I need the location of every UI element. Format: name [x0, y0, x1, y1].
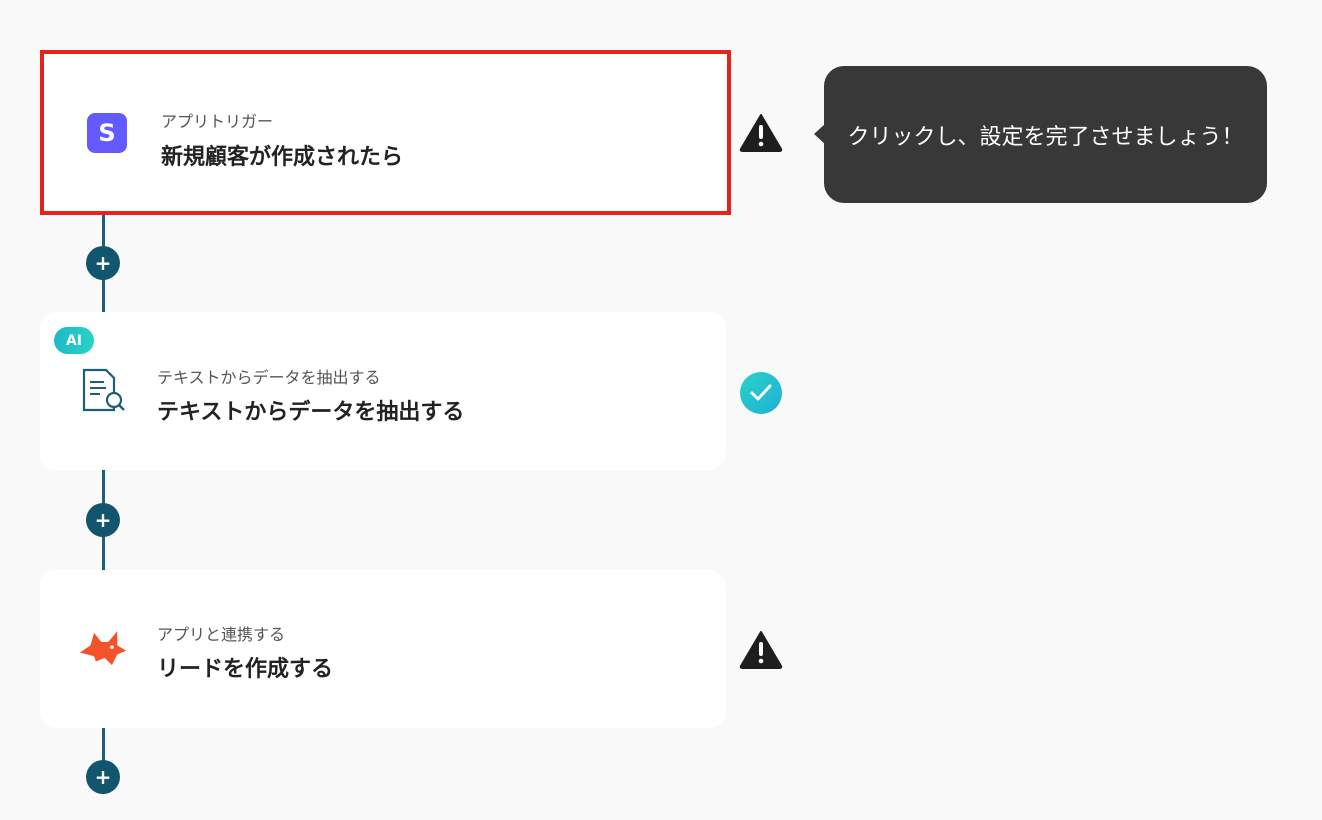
setup-tooltip: クリックし、設定を完了させましょう！: [814, 66, 1267, 203]
step-card-create-lead[interactable]: アプリと連携する リードを作成する: [40, 570, 726, 728]
svg-text:S: S: [98, 119, 115, 147]
step-title: リードを作成する: [157, 657, 334, 682]
step-card-ai-extract[interactable]: テキストからデータを抽出する テキストからデータを抽出する: [40, 312, 726, 470]
warning-icon[interactable]: [739, 110, 783, 154]
add-step-button[interactable]: +: [86, 760, 120, 794]
step-title: 新規顧客が作成されたら: [161, 145, 404, 170]
step-subtitle: テキストからデータを抽出する: [157, 368, 381, 387]
step-subtitle: アプリトリガー: [161, 112, 274, 131]
workflow-canvas: + + + S アプリトリガー 新規顧客が作成されたら クリックし、設定を完了さ…: [0, 0, 1322, 820]
check-complete-icon: [739, 371, 783, 415]
step-subtitle: アプリと連携する: [157, 625, 286, 644]
stripe-logo-icon: S: [82, 108, 132, 158]
tooltip-text: クリックし、設定を完了させましょう！: [847, 124, 1244, 150]
document-search-icon: [78, 366, 128, 416]
fox-logo-icon: [78, 624, 128, 674]
plus-icon: +: [94, 765, 112, 789]
warning-icon[interactable]: [739, 627, 783, 671]
add-step-button[interactable]: +: [86, 503, 120, 537]
add-step-button[interactable]: +: [86, 246, 120, 280]
step-title: テキストからデータを抽出する: [157, 400, 465, 425]
plus-icon: +: [94, 251, 112, 275]
step-card-trigger[interactable]: S アプリトリガー 新規顧客が作成されたら: [40, 50, 731, 215]
plus-icon: +: [94, 508, 112, 532]
ai-badge: AI: [54, 327, 94, 354]
